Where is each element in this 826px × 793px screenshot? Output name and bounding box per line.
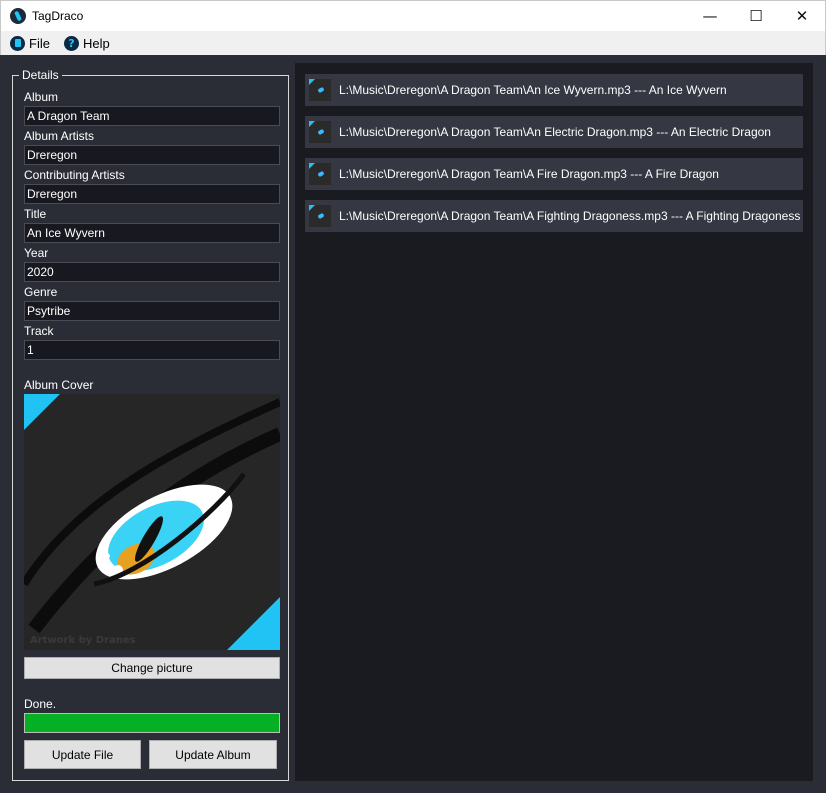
album-artists-label: Album Artists — [24, 129, 95, 143]
year-input[interactable] — [24, 262, 280, 282]
close-button[interactable]: ✕ — [779, 1, 825, 31]
year-label: Year — [24, 246, 49, 260]
help-icon: ? — [63, 35, 79, 51]
title-label: Title — [24, 207, 47, 221]
track-thumbnail — [309, 79, 331, 101]
album-cover-label: Album Cover — [24, 378, 94, 392]
file-icon — [10, 35, 25, 51]
track-list[interactable]: L:\Music\Dreregon\A Dragon Team\An Ice W… — [295, 63, 813, 781]
album-artists-input[interactable] — [24, 145, 280, 165]
genre-label: Genre — [24, 285, 58, 299]
contributing-artists-input[interactable] — [24, 184, 280, 204]
window-title: TagDraco — [32, 9, 84, 23]
track-label: Track — [24, 324, 54, 338]
app-logo-icon — [10, 8, 26, 24]
track-text: L:\Music\Dreregon\A Dragon Team\A Fire D… — [339, 167, 719, 181]
title-input[interactable] — [24, 223, 280, 243]
update-file-button[interactable]: Update File — [24, 740, 141, 769]
list-item[interactable]: L:\Music\Dreregon\A Dragon Team\A Fire D… — [305, 158, 803, 190]
album-input[interactable] — [24, 106, 280, 126]
title-bar: TagDraco — ☐ ✕ — [0, 0, 826, 31]
track-thumbnail — [309, 163, 331, 185]
track-thumbnail — [309, 121, 331, 143]
track-input[interactable] — [24, 340, 280, 360]
list-item[interactable]: L:\Music\Dreregon\A Dragon Team\An Ice W… — [305, 74, 803, 106]
details-group: Details Album Album Artists Contributing… — [12, 68, 289, 781]
update-album-button[interactable]: Update Album — [149, 740, 277, 769]
menu-file[interactable]: File — [10, 35, 50, 51]
list-item[interactable]: L:\Music\Dreregon\A Dragon Team\An Elect… — [305, 116, 803, 148]
contributing-artists-label: Contributing Artists — [24, 168, 125, 182]
album-cover-image: Artwork by Dranes — [24, 394, 280, 650]
track-text: L:\Music\Dreregon\A Dragon Team\An Elect… — [339, 125, 771, 139]
genre-input[interactable] — [24, 301, 280, 321]
progress-bar — [24, 713, 280, 733]
track-text: L:\Music\Dreregon\A Dragon Team\An Ice W… — [339, 83, 727, 97]
cover-watermark: Artwork by Dranes — [30, 635, 136, 646]
album-label: Album — [24, 90, 59, 104]
track-thumbnail — [309, 205, 331, 227]
menu-help[interactable]: ? Help — [63, 35, 110, 51]
progress-fill — [25, 714, 279, 732]
details-legend: Details — [19, 68, 62, 82]
menu-help-label: Help — [82, 35, 110, 51]
track-text: L:\Music\Dreregon\A Dragon Team\A Fighti… — [339, 209, 801, 223]
menu-file-label: File — [29, 35, 50, 51]
list-item[interactable]: L:\Music\Dreregon\A Dragon Team\A Fighti… — [305, 200, 803, 232]
status-text: Done. — [24, 697, 57, 711]
change-picture-button[interactable]: Change picture — [24, 657, 280, 679]
menu-bar: File ? Help — [0, 31, 826, 55]
maximize-button[interactable]: ☐ — [733, 1, 779, 31]
minimize-button[interactable]: — — [687, 1, 733, 31]
